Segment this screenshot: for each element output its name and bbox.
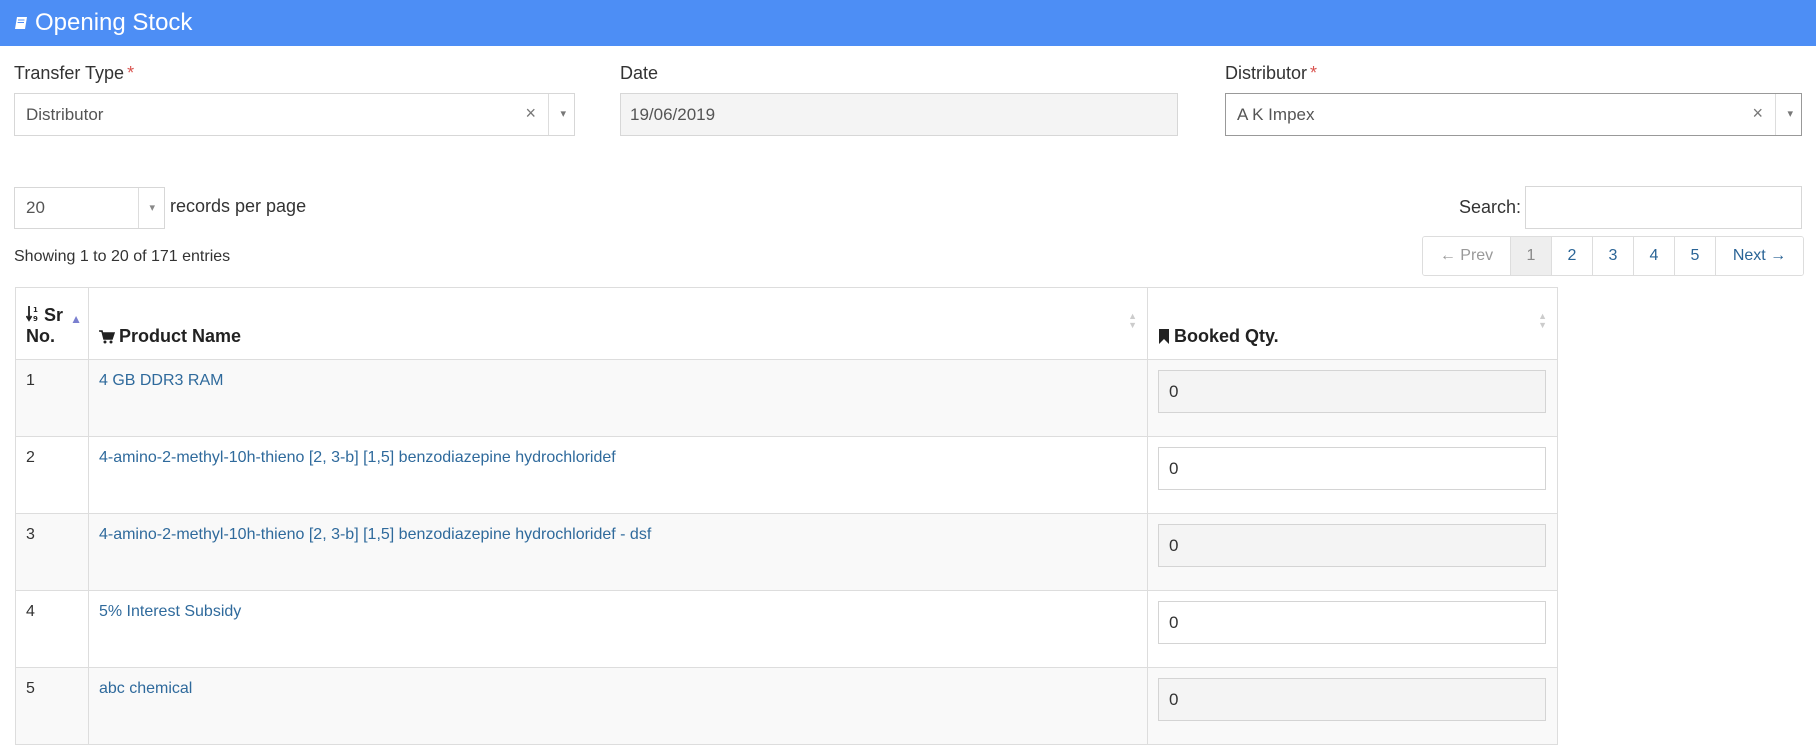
- column-header-sr-no[interactable]: 1 9 Sr No. ▲: [15, 287, 89, 360]
- product-link[interactable]: 4 GB DDR3 RAM: [99, 372, 223, 389]
- bookmark-icon: [1158, 329, 1169, 344]
- qty-cell: [1146, 359, 1559, 437]
- prev-page-button[interactable]: ← Prev: [1423, 237, 1510, 275]
- products-table: 1 9 Sr No. ▲ Product Name ▲ ▼ Booked Qty.…: [15, 287, 1559, 745]
- product-link[interactable]: 4-amino-2-methyl-10h-thieno [2, 3-b] [1,…: [99, 449, 616, 466]
- required-mark: *: [1310, 63, 1318, 83]
- page-1-button[interactable]: 1: [1510, 237, 1551, 275]
- product-link[interactable]: 5% Interest Subsidy: [99, 603, 241, 620]
- sr-no-cell: 4: [15, 590, 89, 668]
- table-row: 2 4-amino-2-methyl-10h-thieno [2, 3-b] […: [15, 436, 1559, 514]
- transfer-type-select[interactable]: Distributor × ▾: [14, 93, 575, 136]
- clear-icon[interactable]: ×: [1752, 103, 1763, 124]
- page-5-button[interactable]: 5: [1674, 237, 1715, 275]
- product-link[interactable]: 4-amino-2-methyl-10h-thieno [2, 3-b] [1,…: [99, 526, 651, 543]
- table-header-row: 1 9 Sr No. ▲ Product Name ▲ ▼ Booked Qty.…: [15, 287, 1559, 360]
- booked-qty-input[interactable]: [1157, 370, 1546, 413]
- table-row: 4 5% Interest Subsidy: [15, 590, 1559, 668]
- sr-no-cell: 1: [15, 359, 89, 437]
- next-page-button[interactable]: Next →: [1715, 237, 1803, 275]
- table-row: 3 4-amino-2-methyl-10h-thieno [2, 3-b] […: [15, 513, 1559, 591]
- page-4-button[interactable]: 4: [1633, 237, 1674, 275]
- qty-cell: [1146, 436, 1559, 514]
- product-link[interactable]: abc chemical: [99, 680, 192, 697]
- column-header-booked-qty[interactable]: Booked Qty. ▲ ▼: [1146, 287, 1559, 360]
- page-title: Opening Stock: [35, 9, 193, 36]
- date-label: Date: [620, 63, 659, 83]
- booked-qty-input[interactable]: [1157, 524, 1546, 567]
- sr-no-cell: 2: [15, 436, 89, 514]
- page-3-button[interactable]: 3: [1592, 237, 1633, 275]
- sr-no-cell: 5: [15, 667, 89, 745]
- table-row: 5 abc chemical: [15, 667, 1559, 745]
- page-header: Opening Stock: [0, 0, 1816, 46]
- column-header-product-name[interactable]: Product Name ▲ ▼: [87, 287, 1148, 360]
- booked-qty-input[interactable]: [1157, 678, 1546, 721]
- required-mark: *: [127, 63, 135, 83]
- svg-text:9: 9: [33, 315, 38, 323]
- page-2-button[interactable]: 2: [1551, 237, 1592, 275]
- product-cell: 4-amino-2-methyl-10h-thieno [2, 3-b] [1,…: [87, 436, 1148, 514]
- select-divider: [138, 188, 139, 228]
- table-info: Showing 1 to 20 of 171 entries: [14, 248, 231, 265]
- sr-no-cell: 3: [15, 513, 89, 591]
- select-divider: [1775, 94, 1776, 135]
- distributor-select[interactable]: A K Impex × ▾: [1225, 93, 1802, 136]
- chevron-down-icon[interactable]: ▾: [560, 107, 566, 120]
- distributor-value: A K Impex: [1237, 104, 1315, 124]
- product-cell: 5% Interest Subsidy: [87, 590, 1148, 668]
- sort-both-icon: ▲ ▼: [1538, 311, 1547, 330]
- pagination: ← Prev 1 2 3 4 5 Next →: [1422, 236, 1804, 276]
- page-length-value: 20: [26, 198, 45, 217]
- sort-numeric-icon: 1 9: [26, 306, 38, 323]
- date-field[interactable]: 19/06/2019: [620, 93, 1178, 136]
- product-cell: 4 GB DDR3 RAM: [87, 359, 1148, 437]
- sort-both-icon: ▲ ▼: [1128, 311, 1137, 330]
- chevron-down-icon[interactable]: ▾: [149, 201, 155, 214]
- transfer-type-label: Transfer Type *: [14, 63, 135, 83]
- clear-icon[interactable]: ×: [525, 103, 536, 124]
- records-per-page-label: records per page: [170, 196, 307, 216]
- booked-qty-input[interactable]: [1157, 601, 1546, 644]
- svg-text:1: 1: [33, 306, 38, 314]
- qty-cell: [1146, 513, 1559, 591]
- booked-qty-input[interactable]: [1157, 447, 1546, 490]
- product-cell: 4-amino-2-methyl-10h-thieno [2, 3-b] [1,…: [87, 513, 1148, 591]
- table-row: 1 4 GB DDR3 RAM: [15, 359, 1559, 437]
- chevron-down-icon[interactable]: ▾: [1787, 107, 1793, 120]
- qty-cell: [1146, 590, 1559, 668]
- search-label: Search:: [1459, 197, 1522, 217]
- book-icon: [15, 17, 27, 29]
- shopping-cart-icon: [98, 330, 115, 344]
- transfer-type-value: Distributor: [26, 104, 104, 124]
- page-length-select[interactable]: 20 ▾: [14, 187, 165, 229]
- product-cell: abc chemical: [87, 667, 1148, 745]
- qty-cell: [1146, 667, 1559, 745]
- select-divider: [548, 94, 549, 135]
- sort-ascending-icon: ▲: [70, 312, 82, 326]
- search-input[interactable]: [1525, 186, 1802, 229]
- distributor-label: Distributor *: [1225, 63, 1318, 83]
